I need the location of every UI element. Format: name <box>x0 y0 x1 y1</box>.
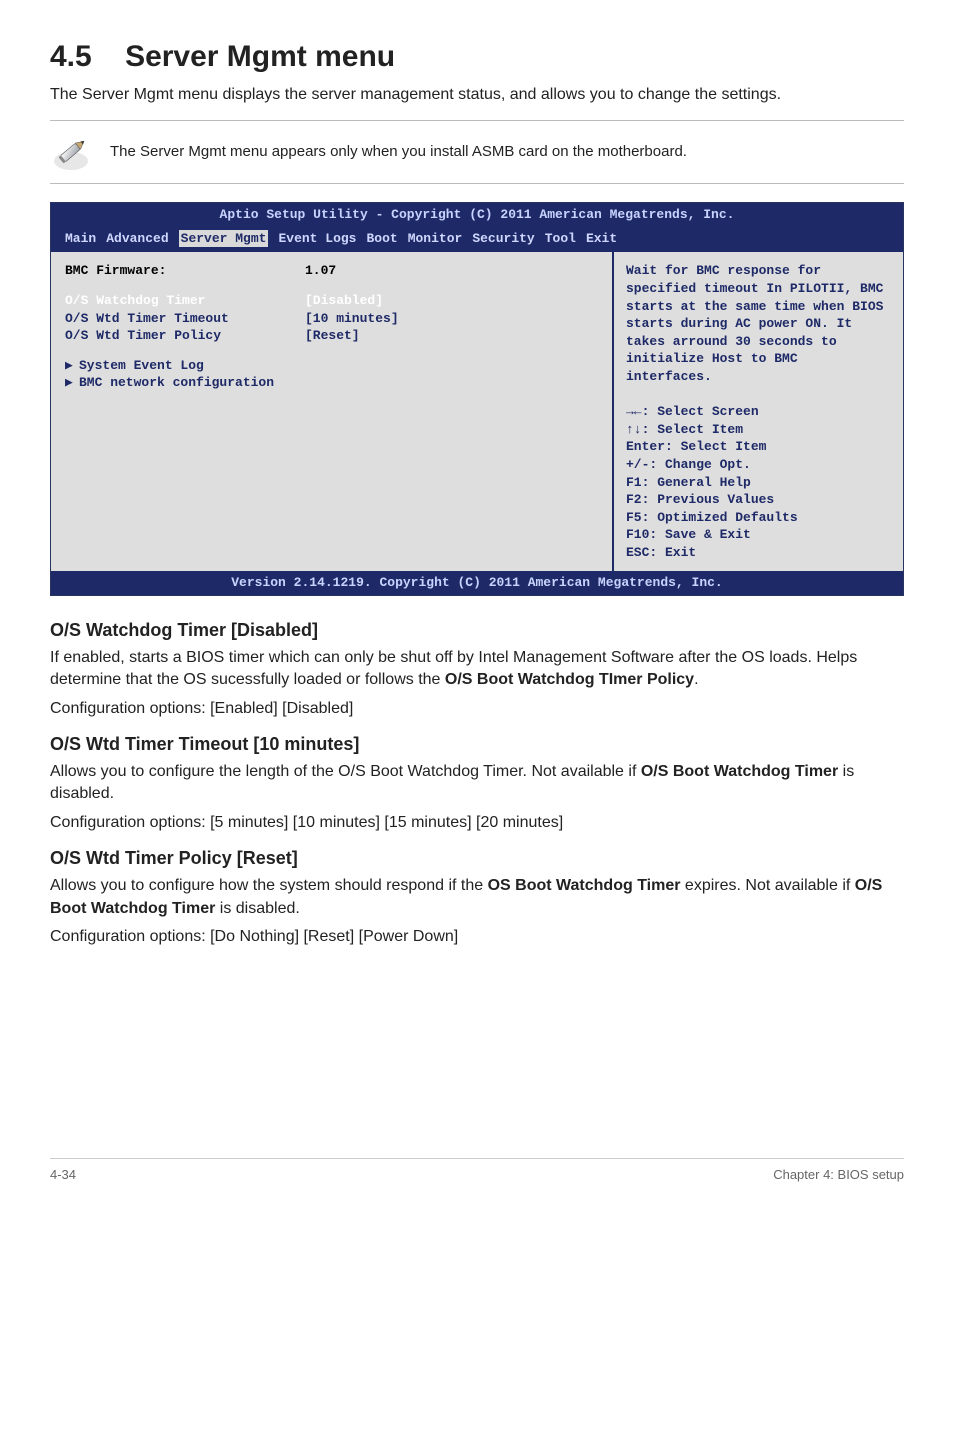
help-line: F5: Optimized Defaults <box>626 509 891 527</box>
help-line: Enter: Select Item <box>626 438 891 456</box>
section-wtd-policy-heading: O/S Wtd Timer Policy [Reset] <box>50 848 904 869</box>
bios-footer: Version 2.14.1219. Copyright (C) 2011 Am… <box>51 571 903 595</box>
wtd-timeout-label: O/S Wtd Timer Timeout <box>65 310 305 328</box>
submenu-arrow-icon: ▶ <box>65 357 79 375</box>
section-title: Server Mgmt menu <box>125 40 395 73</box>
section-watchdog-timer-heading: O/S Watchdog Timer [Disabled] <box>50 620 904 641</box>
section-watchdog-timer-options: Configuration options: [Enabled] [Disabl… <box>50 698 904 720</box>
note-block: The Server Mgmt menu appears only when y… <box>50 120 904 184</box>
text: is disabled. <box>215 900 300 917</box>
bold-text: O/S Boot Watchdog TImer Policy <box>445 671 694 688</box>
bmc-network-config-link[interactable]: ▶BMC network configuration <box>65 374 598 392</box>
section-wtd-timeout-options: Configuration options: [5 minutes] [10 m… <box>50 812 904 834</box>
pencil-icon <box>50 131 92 173</box>
bmc-firmware-row: BMC Firmware: 1.07 <box>65 262 598 280</box>
text: expires. Not available if <box>680 877 854 894</box>
wtd-policy-row[interactable]: O/S Wtd Timer Policy [Reset] <box>65 327 598 345</box>
help-line: ↑↓: Select Item <box>626 421 891 439</box>
tab-security[interactable]: Security <box>472 230 534 248</box>
bios-tabs: Main Advanced Server Mgmt Event Logs Boo… <box>51 227 903 253</box>
note-text: The Server Mgmt menu appears only when y… <box>110 142 687 162</box>
tab-event-logs[interactable]: Event Logs <box>278 230 356 248</box>
text: Allows you to configure how the system s… <box>50 877 488 894</box>
page-title: 4.5 Server Mgmt menu <box>50 40 904 74</box>
help-line: ESC: Exit <box>626 544 891 562</box>
page-number: 4-34 <box>50 1167 76 1182</box>
bold-text: OS Boot Watchdog Timer <box>488 877 681 894</box>
system-event-log-label: System Event Log <box>79 358 204 373</box>
bold-text: O/S Boot Watchdog Timer <box>641 763 838 780</box>
intro-paragraph: The Server Mgmt menu displays the server… <box>50 84 904 106</box>
help-line: →←: Select Screen <box>626 403 891 421</box>
submenu-arrow-icon: ▶ <box>65 374 79 392</box>
tab-boot[interactable]: Boot <box>366 230 397 248</box>
wtd-policy-label: O/S Wtd Timer Policy <box>65 327 305 345</box>
section-wtd-timeout-heading: O/S Wtd Timer Timeout [10 minutes] <box>50 734 904 755</box>
section-wtd-policy-desc: Allows you to configure how the system s… <box>50 875 904 920</box>
bios-body: BMC Firmware: 1.07 O/S Watchdog Timer [D… <box>51 252 903 571</box>
section-wtd-timeout-desc: Allows you to configure the length of th… <box>50 761 904 806</box>
wtd-timeout-value: [10 minutes] <box>305 310 399 328</box>
tab-server-mgmt[interactable]: Server Mgmt <box>179 230 269 248</box>
watchdog-timer-value: [Disabled] <box>305 292 383 310</box>
help-line: +/-: Change Opt. <box>626 456 891 474</box>
bmc-network-config-label: BMC network configuration <box>79 375 274 390</box>
system-event-log-link[interactable]: ▶System Event Log <box>65 357 598 375</box>
bios-help-text: Wait for BMC response for specified time… <box>626 262 891 385</box>
bios-help-panel: Wait for BMC response for specified time… <box>612 252 903 571</box>
tab-monitor[interactable]: Monitor <box>408 230 463 248</box>
tab-main[interactable]: Main <box>65 230 96 248</box>
wtd-timeout-row[interactable]: O/S Wtd Timer Timeout [10 minutes] <box>65 310 598 328</box>
help-line: F1: General Help <box>626 474 891 492</box>
bios-key-help: →←: Select Screen ↑↓: Select Item Enter:… <box>626 403 891 561</box>
bios-window: Aptio Setup Utility - Copyright (C) 2011… <box>50 202 904 595</box>
tab-advanced[interactable]: Advanced <box>106 230 168 248</box>
text: Allows you to configure the length of th… <box>50 763 641 780</box>
bmc-firmware-value: 1.07 <box>305 262 336 280</box>
section-wtd-policy-options: Configuration options: [Do Nothing] [Res… <box>50 926 904 948</box>
chapter-label: Chapter 4: BIOS setup <box>773 1167 904 1182</box>
section-number: 4.5 <box>50 40 92 73</box>
page-footer: 4-34 Chapter 4: BIOS setup <box>50 1158 904 1182</box>
watchdog-timer-label: O/S Watchdog Timer <box>65 292 305 310</box>
bios-header: Aptio Setup Utility - Copyright (C) 2011… <box>51 203 903 227</box>
bmc-firmware-label: BMC Firmware: <box>65 262 305 280</box>
bios-left-panel: BMC Firmware: 1.07 O/S Watchdog Timer [D… <box>51 252 612 571</box>
section-watchdog-timer-desc: If enabled, starts a BIOS timer which ca… <box>50 647 904 692</box>
help-line: F2: Previous Values <box>626 491 891 509</box>
watchdog-timer-row[interactable]: O/S Watchdog Timer [Disabled] <box>65 292 598 310</box>
tab-tool[interactable]: Tool <box>545 230 576 248</box>
tab-exit[interactable]: Exit <box>586 230 617 248</box>
help-line: F10: Save & Exit <box>626 526 891 544</box>
text: . <box>694 671 698 688</box>
wtd-policy-value: [Reset] <box>305 327 360 345</box>
